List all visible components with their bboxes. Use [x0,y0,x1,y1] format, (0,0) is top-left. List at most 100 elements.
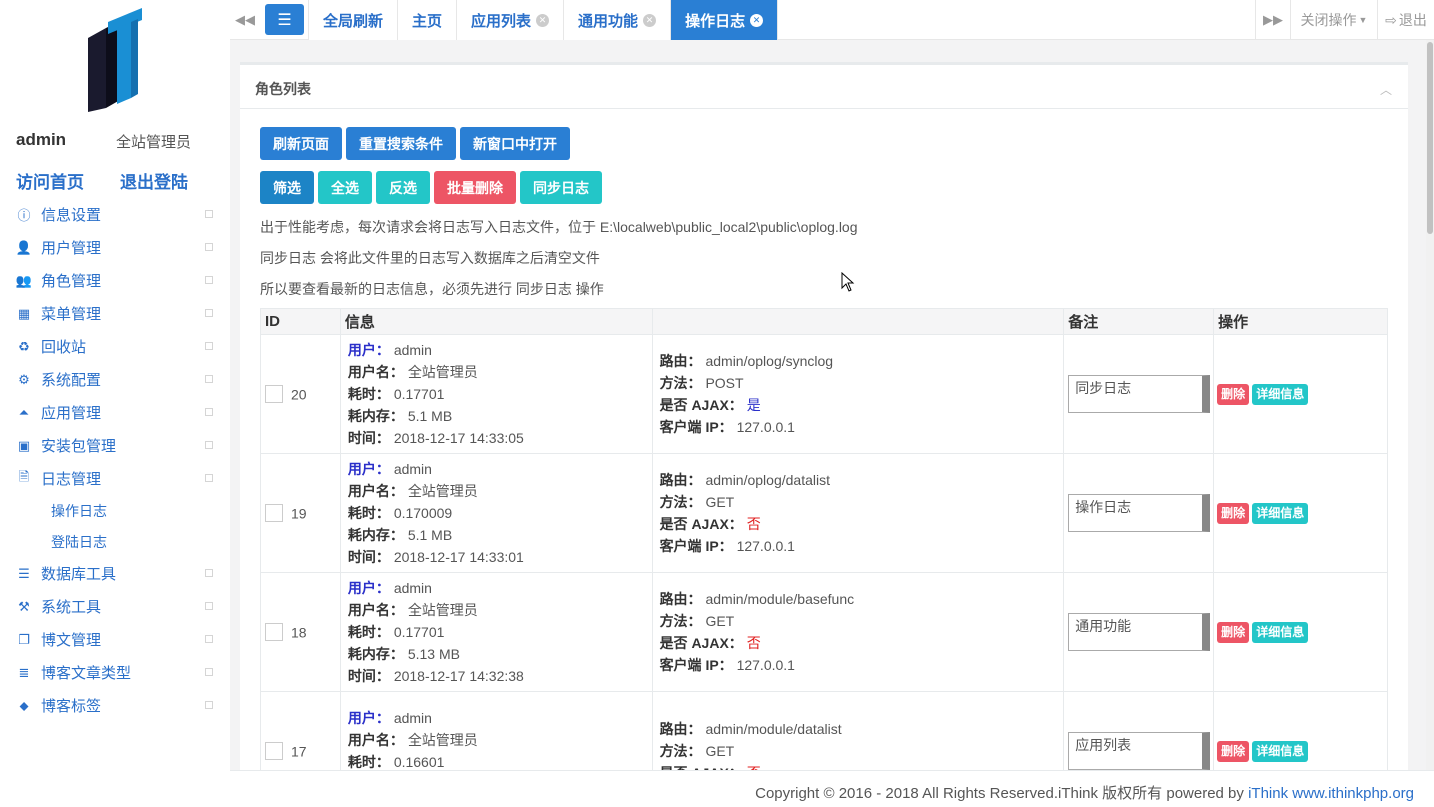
remark-textarea[interactable]: 同步日志 [1068,375,1211,413]
tab-label: 应用列表 [471,12,532,30]
expand-caret-icon [205,342,213,350]
sidebar-subitem-0[interactable]: 操作日志 [0,495,230,526]
panel-title: 角色列表 [255,81,311,97]
field-label: 路由： [659,353,702,369]
row-checkbox[interactable] [265,742,283,761]
logout-link[interactable]: 退出登陆 [120,168,188,193]
sidebar-item-menu5[interactable]: ⚙ 系统配置 [0,363,230,396]
expand-caret-icon [205,408,213,416]
sidebar-item-menu6[interactable]: ⏶ 应用管理 [0,396,230,429]
detail-button[interactable]: 详细信息 [1252,740,1309,762]
visit-home-link[interactable]: 访问首页 [16,168,84,193]
sidebar-item-menu3[interactable]: ▦ 菜单管理 [0,297,230,330]
info-line: 路由： admin/module/datalist [653,718,1064,740]
cell-actions: 删除 详细信息 [1213,691,1388,770]
database-icon: ☰ [18,565,30,581]
detail-button[interactable]: 详细信息 [1252,383,1309,405]
chevron-up-icon[interactable]: ︿ [1380,81,1392,97]
sidebar-item-menu1[interactable]: 👤 用户管理 [0,231,230,264]
tabs-scroll-right-button[interactable]: ▶▶ [1255,0,1290,40]
sidebar-item-menu24[interactable]: ⬥ 博客标签 [0,689,230,722]
sign-out-icon: ⇨ [1385,11,1397,28]
sidebar-item-menu8[interactable]: 🗎 日志管理 [0,462,230,495]
menu-toggle-button[interactable]: ☰ [265,4,304,35]
cell-id: 19 [260,453,341,573]
select-all-button[interactable]: 全选 [318,171,372,204]
delete-button[interactable]: 删除 [1217,383,1250,405]
refresh-page-button[interactable]: 刷新页面 [260,127,342,160]
sidebar-item-label: 应用管理 [41,405,102,422]
open-new-window-button[interactable]: 新窗口中打开 [460,127,570,160]
logout-button[interactable]: ⇨ 退出 [1377,0,1434,40]
field-value: 127.0.0.1 [736,538,795,554]
tab-1[interactable]: 主页 [397,0,458,40]
remark-textarea[interactable]: 通用功能 [1068,613,1211,651]
close-tab-icon[interactable]: ✕ [643,13,657,27]
close-tab-icon[interactable]: ✕ [750,13,764,27]
delete-button[interactable]: 删除 [1217,621,1250,643]
sidebar-item-menu7[interactable]: ▣ 安装包管理 [0,429,230,462]
tab-3[interactable]: 通用功能 ✕ [563,0,672,40]
scrollbar-thumb[interactable] [1427,42,1433,234]
field-value: 2018-12-17 14:32:38 [393,668,524,684]
reset-search-button[interactable]: 重置搜索条件 [346,127,456,160]
row-checkbox[interactable] [265,623,283,642]
row-checkbox[interactable] [265,504,283,523]
detail-button[interactable]: 详细信息 [1252,621,1309,643]
info-line: 用户： admin [341,458,652,480]
sidebar-subitem-1[interactable]: 登陆日志 [0,526,230,557]
field-label: 耗时： [347,754,390,770]
invert-select-button[interactable]: 反选 [376,171,430,204]
info-line: 客户端 IP： 127.0.0.1 [653,416,1064,438]
cell-actions: 删除 详细信息 [1213,453,1388,573]
header-id: ID [260,308,341,335]
remark-textarea[interactable]: 应用列表 [1068,732,1211,770]
field-value: 5.1 MB [407,527,453,543]
detail-button[interactable]: 详细信息 [1252,502,1309,524]
sidebar-item-menu4[interactable]: ♻ 回收站 [0,330,230,363]
info-line: 客户端 IP： 127.0.0.1 [653,535,1064,557]
sidebar-item-label: 博文管理 [41,632,102,649]
batch-delete-button[interactable]: 批量删除 [434,171,516,204]
sidebar-item-menu20[interactable]: ☰ 数据库工具 [0,557,230,590]
info-line: 时间： 2018-12-17 14:33:01 [341,546,652,568]
field-value: GET [705,743,735,759]
tab-2[interactable]: 应用列表 ✕ [456,0,565,40]
sidebar-item-menu2[interactable]: 👥 角色管理 [0,264,230,297]
delete-button[interactable]: 删除 [1217,740,1250,762]
field-label: 路由： [659,721,702,737]
field-value: admin [393,342,432,358]
panel-header: 角色列表 ︿ [240,65,1408,109]
sidebar-item-menu23[interactable]: ≣ 博客文章类型 [0,656,230,689]
close-tab-icon[interactable]: ✕ [536,13,550,27]
filter-button[interactable]: 筛选 [260,171,314,204]
tabs-scroll-left-button[interactable]: ◀◀ [230,0,260,40]
ithink-link[interactable]: iThink [1248,785,1288,802]
field-label: 耗时： [347,386,390,402]
ithinkphp-link[interactable]: www.ithinkphp.org [1292,785,1414,802]
field-value: admin/module/basefunc [705,591,855,607]
sidebar-item-menu22[interactable]: ❐ 博文管理 [0,623,230,656]
field-value: 2018-12-17 14:33:01 [393,549,524,565]
info-line: 方法： GET [653,740,1064,762]
footer: Copyright © 2016 - 2018 All Rights Reser… [230,770,1434,807]
sidebar-item-menu21[interactable]: ⚒ 系统工具 [0,590,230,623]
hamburger-icon: ☰ [277,11,292,29]
tab-0[interactable]: 全局刷新 [308,0,399,40]
expand-caret-icon [205,210,213,218]
info-line: 是否 AJAX： 是 [653,394,1064,416]
sidebar-item-menu0[interactable]: ⓘ 信息设置 [0,198,230,231]
cell-remark: 通用功能 [1063,572,1215,692]
main-content: 角色列表 ︿ 刷新页面 重置搜索条件 新窗口中打开 筛选 全选 反选 批量删除 … [230,40,1426,770]
row-checkbox[interactable] [265,385,283,404]
close-operations-dropdown[interactable]: 关闭操作 ▼ [1290,0,1377,40]
tab-4[interactable]: 操作日志 ✕ [670,0,779,40]
remark-textarea[interactable]: 操作日志 [1068,494,1211,532]
cell-request-info: 路由： admin/module/datalist方法： GET是否 AJAX：… [651,691,1065,770]
cell-remark: 同步日志 [1063,334,1215,454]
page-scrollbar[interactable] [1426,40,1434,770]
sync-log-button[interactable]: 同步日志 [520,171,602,204]
delete-button[interactable]: 删除 [1217,502,1250,524]
info-line: 用户： admin [341,577,652,599]
user-name: admin [16,130,67,149]
